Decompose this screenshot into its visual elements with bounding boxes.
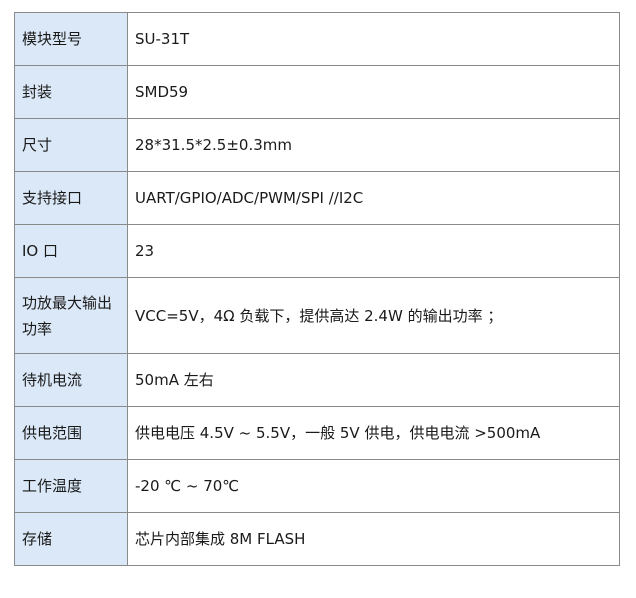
row-label: 供电范围 xyxy=(14,406,128,460)
table-row: 存储 芯片内部集成 8M FLASH xyxy=(14,512,620,566)
row-value: -20 ℃ ~ 70℃ xyxy=(127,459,620,513)
table-row: 尺寸 28*31.5*2.5±0.3mm xyxy=(14,118,620,172)
row-value: 50mA 左右 xyxy=(127,353,620,407)
row-label: 工作温度 xyxy=(14,459,128,513)
table-row: 工作温度 -20 ℃ ~ 70℃ xyxy=(14,459,620,513)
table-row: 支持接口 UART/GPIO/ADC/PWM/SPI //I2C xyxy=(14,171,620,225)
row-value: 芯片内部集成 8M FLASH xyxy=(127,512,620,566)
row-value: 28*31.5*2.5±0.3mm xyxy=(127,118,620,172)
row-label: IO 口 xyxy=(14,224,128,278)
row-label: 模块型号 xyxy=(14,12,128,66)
row-label: 待机电流 xyxy=(14,353,128,407)
row-label: 封装 xyxy=(14,65,128,119)
row-value: UART/GPIO/ADC/PWM/SPI //I2C xyxy=(127,171,620,225)
row-value: 供电电压 4.5V ~ 5.5V，一般 5V 供电，供电电流 >500mA xyxy=(127,406,620,460)
row-value: SU-31T xyxy=(127,12,620,66)
row-label: 支持接口 xyxy=(14,171,128,225)
row-value: 23 xyxy=(127,224,620,278)
table-row: 供电范围 供电电压 4.5V ~ 5.5V，一般 5V 供电，供电电流 >500… xyxy=(14,406,620,460)
table-row: 待机电流 50mA 左右 xyxy=(14,353,620,407)
row-label: 存储 xyxy=(14,512,128,566)
row-value: SMD59 xyxy=(127,65,620,119)
row-value: VCC=5V，4Ω 负载下，提供高达 2.4W 的输出功率 ； xyxy=(127,277,620,354)
table-row: 功放最大输出功率 VCC=5V，4Ω 负载下，提供高达 2.4W 的输出功率 ； xyxy=(14,277,620,354)
row-label: 尺寸 xyxy=(14,118,128,172)
spec-table: 模块型号 SU-31T 封装 SMD59 尺寸 28*31.5*2.5±0.3m… xyxy=(14,12,620,566)
table-row: 封装 SMD59 xyxy=(14,65,620,119)
table-row: IO 口 23 xyxy=(14,224,620,278)
row-label: 功放最大输出功率 xyxy=(14,277,128,354)
table-row: 模块型号 SU-31T xyxy=(14,12,620,66)
